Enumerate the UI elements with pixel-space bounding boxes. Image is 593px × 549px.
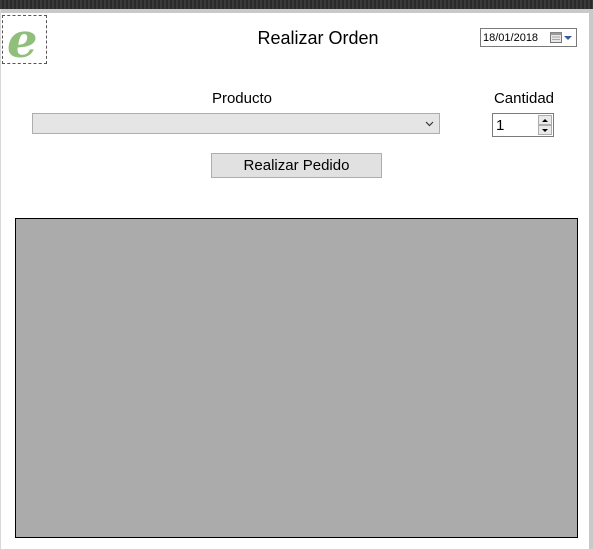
producto-label: Producto [211,90,273,107]
window-top-edge [0,9,593,13]
stepper-down-button[interactable] [538,125,552,135]
date-value: 18/01/2018 [483,31,539,44]
svg-text:e: e [7,17,38,63]
chevron-down-icon[interactable] [564,35,572,40]
cantidad-label: Cantidad [493,90,555,107]
date-picker[interactable]: 18/01/2018 [480,28,577,47]
arrow-up-icon [542,118,548,122]
stepper-up-button[interactable] [538,115,552,125]
window-right-edge [589,9,593,549]
e-logo-icon: e [7,17,38,63]
calendar-icon[interactable] [550,32,562,43]
arrow-down-icon [542,128,548,132]
cantidad-stepper[interactable]: 1 [492,113,554,137]
page-title: Realizar Orden [257,28,379,48]
app-logo: e [2,15,47,64]
producto-select[interactable] [32,113,440,134]
cantidad-value[interactable]: 1 [496,117,504,134]
realizar-pedido-button[interactable]: Realizar Pedido [211,153,382,178]
chevron-down-icon[interactable] [425,119,434,128]
window-left-edge [0,9,1,549]
orders-grid[interactable] [15,218,578,538]
window-top-border [0,0,593,9]
